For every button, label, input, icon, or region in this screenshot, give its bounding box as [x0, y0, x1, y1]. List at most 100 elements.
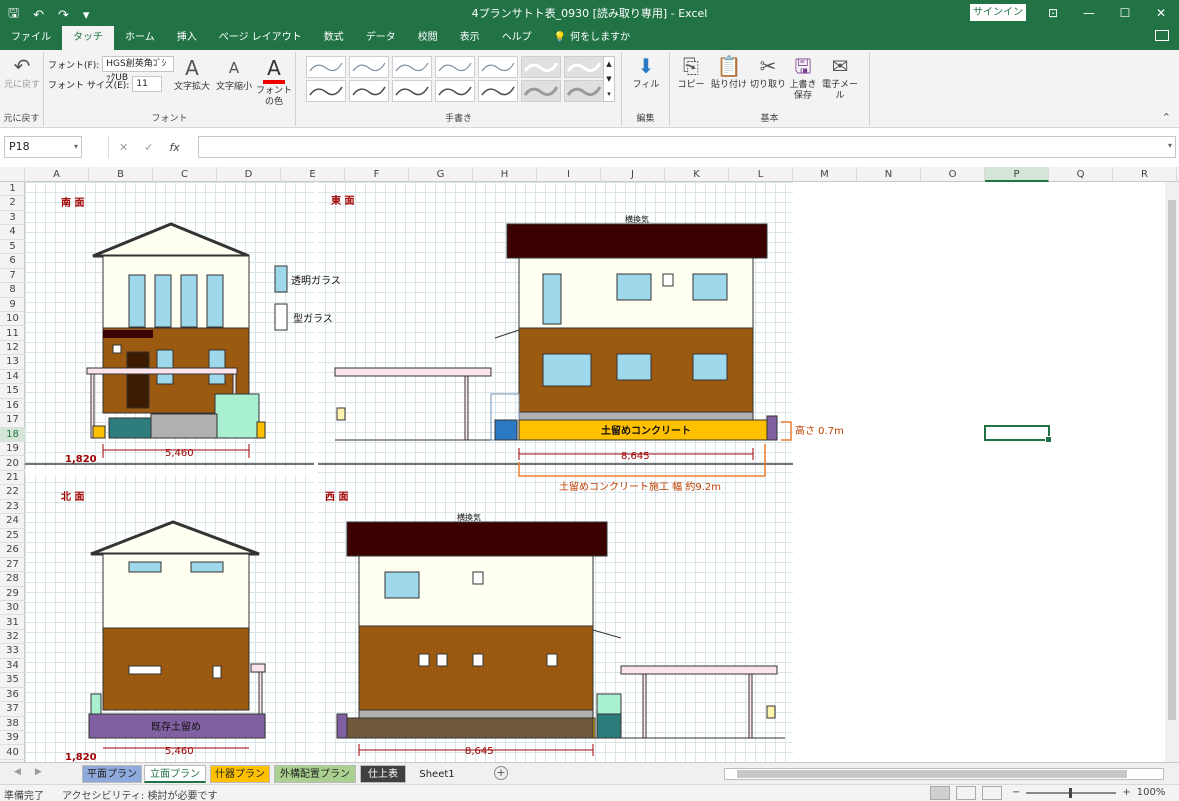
pen-gallery-scroll[interactable]: ▲ ▼ ▾	[603, 56, 615, 102]
row-header[interactable]: 32	[0, 630, 25, 645]
horizontal-scrollbar[interactable]	[724, 768, 1164, 780]
collapse-ribbon-icon[interactable]: ⌃	[1162, 111, 1171, 124]
row-header[interactable]: 14	[0, 370, 25, 385]
row-header[interactable]: 27	[0, 558, 25, 573]
row-header[interactable]: 8	[0, 283, 25, 298]
cut-button[interactable]: ✂ 切り取り	[750, 54, 786, 91]
row-header[interactable]: 24	[0, 514, 25, 529]
row-header[interactable]: 18	[0, 427, 25, 443]
row-header[interactable]: 37	[0, 702, 25, 717]
vertical-scroll-thumb[interactable]	[1168, 200, 1176, 720]
insert-function-icon[interactable]: fx	[169, 141, 179, 154]
sheet-tab-floor-plan[interactable]: 平面プラン	[82, 765, 142, 783]
column-header[interactable]: A	[25, 167, 89, 182]
zoom-slider[interactable]	[1026, 787, 1117, 798]
highlighter-icon[interactable]	[521, 56, 561, 78]
column-header[interactable]: D	[217, 167, 281, 182]
tab-home[interactable]: ホーム	[114, 26, 166, 50]
add-sheet-icon[interactable]: +	[494, 766, 508, 780]
comments-icon[interactable]	[1155, 30, 1169, 41]
row-header[interactable]: 9	[0, 298, 25, 312]
pen-icon[interactable]	[392, 56, 432, 78]
pen-icon[interactable]	[349, 80, 389, 102]
row-header[interactable]: 11	[0, 327, 25, 341]
pen-icon[interactable]	[349, 56, 389, 78]
undo-button[interactable]: ↶ 元に戻す	[4, 54, 40, 91]
row-header[interactable]: 26	[0, 543, 25, 558]
column-header[interactable]: K	[665, 167, 729, 182]
pen-icon[interactable]	[392, 80, 432, 102]
horizontal-scroll-thumb[interactable]	[737, 770, 1127, 778]
row-header[interactable]: 10	[0, 312, 25, 327]
row-header[interactable]: 20	[0, 457, 25, 471]
row-header[interactable]: 30	[0, 601, 25, 616]
tab-help[interactable]: ヘルプ	[491, 26, 543, 50]
tab-touch[interactable]: タッチ	[62, 26, 114, 50]
normal-view-icon[interactable]	[930, 786, 950, 800]
row-header[interactable]: 39	[0, 731, 25, 746]
pen-icon[interactable]	[435, 80, 475, 102]
row-header[interactable]: 22	[0, 485, 25, 500]
row-header[interactable]: 15	[0, 384, 25, 399]
ribbon-display-icon[interactable]: ⊡	[1035, 0, 1071, 26]
column-header[interactable]: Q	[1049, 167, 1113, 182]
column-header[interactable]: F	[345, 167, 409, 182]
row-header[interactable]: 7	[0, 269, 25, 284]
next-sheet-icon[interactable]: ▶	[35, 767, 42, 777]
copy-button[interactable]: ⎘ コピー	[676, 54, 706, 91]
pen-icon[interactable]	[306, 80, 346, 102]
page-break-view-icon[interactable]	[982, 786, 1002, 800]
column-header[interactable]: C	[153, 167, 217, 182]
sheet-tab-sheet1[interactable]: Sheet1	[410, 765, 464, 783]
signin-button[interactable]: サインイン	[970, 4, 1026, 21]
row-header[interactable]: 21	[0, 471, 25, 486]
email-button[interactable]: ✉ 電子メール	[820, 54, 860, 102]
page-layout-view-icon[interactable]	[956, 786, 976, 800]
row-header[interactable]: 12	[0, 341, 25, 356]
cancel-icon[interactable]: ✕	[119, 141, 128, 154]
row-header[interactable]: 25	[0, 529, 25, 544]
column-header[interactable]: E	[281, 167, 345, 182]
column-header[interactable]: I	[537, 167, 601, 182]
active-cell-p18[interactable]	[984, 425, 1052, 443]
row-header[interactable]: 17	[0, 413, 25, 428]
row-header[interactable]: 19	[0, 442, 25, 457]
column-header[interactable]: O	[921, 167, 985, 182]
tab-page-layout[interactable]: ページ レイアウト	[208, 26, 313, 50]
accessibility-status[interactable]: アクセシビリティ: 検討が必要です	[62, 787, 217, 801]
vertical-scrollbar[interactable]	[1165, 182, 1179, 762]
row-header[interactable]: 2	[0, 196, 25, 211]
row-header[interactable]: 4	[0, 225, 25, 240]
pen-icon[interactable]	[478, 56, 518, 78]
tab-formulas[interactable]: 数式	[313, 26, 355, 50]
font-select[interactable]: HGS創英角ｺﾞｼｯｸUB	[102, 56, 175, 83]
chevron-down-icon[interactable]: ▾	[74, 137, 78, 157]
row-header[interactable]: 28	[0, 572, 25, 587]
row-header[interactable]: 40	[0, 746, 25, 760]
column-header[interactable]: M	[793, 167, 857, 182]
highlighter-icon[interactable]	[564, 56, 604, 78]
row-header[interactable]: 38	[0, 717, 25, 732]
zoom-level[interactable]: 100%	[1137, 787, 1166, 798]
column-header[interactable]: G	[409, 167, 473, 182]
tab-data[interactable]: データ	[355, 26, 407, 50]
row-header[interactable]: 3	[0, 211, 25, 226]
sheet-tab-exterior[interactable]: 外構配置プラン	[274, 765, 356, 783]
zoom-slider-knob[interactable]	[1069, 787, 1073, 798]
row-header[interactable]: 5	[0, 240, 25, 255]
zoom-out-icon[interactable]: −	[1012, 787, 1020, 798]
row-header[interactable]: 31	[0, 616, 25, 630]
column-header[interactable]: P	[985, 167, 1049, 182]
pen-icon[interactable]	[306, 56, 346, 78]
pen-icon[interactable]	[478, 80, 518, 102]
row-header[interactable]: 29	[0, 587, 25, 601]
grow-font-button[interactable]: A 文字拡大	[172, 56, 212, 93]
enter-icon[interactable]: ✓	[144, 141, 153, 154]
formula-input[interactable]: ▾	[198, 136, 1176, 158]
paste-button[interactable]: 📋 貼り付け	[710, 54, 748, 91]
font-color-button[interactable]: A フォントの色	[256, 56, 292, 108]
shrink-font-button[interactable]: A 文字縮小	[214, 56, 254, 93]
column-header[interactable]: N	[857, 167, 921, 182]
pen-icon[interactable]	[435, 56, 475, 78]
save-button[interactable]: 🖫 上書き保存	[788, 54, 818, 102]
